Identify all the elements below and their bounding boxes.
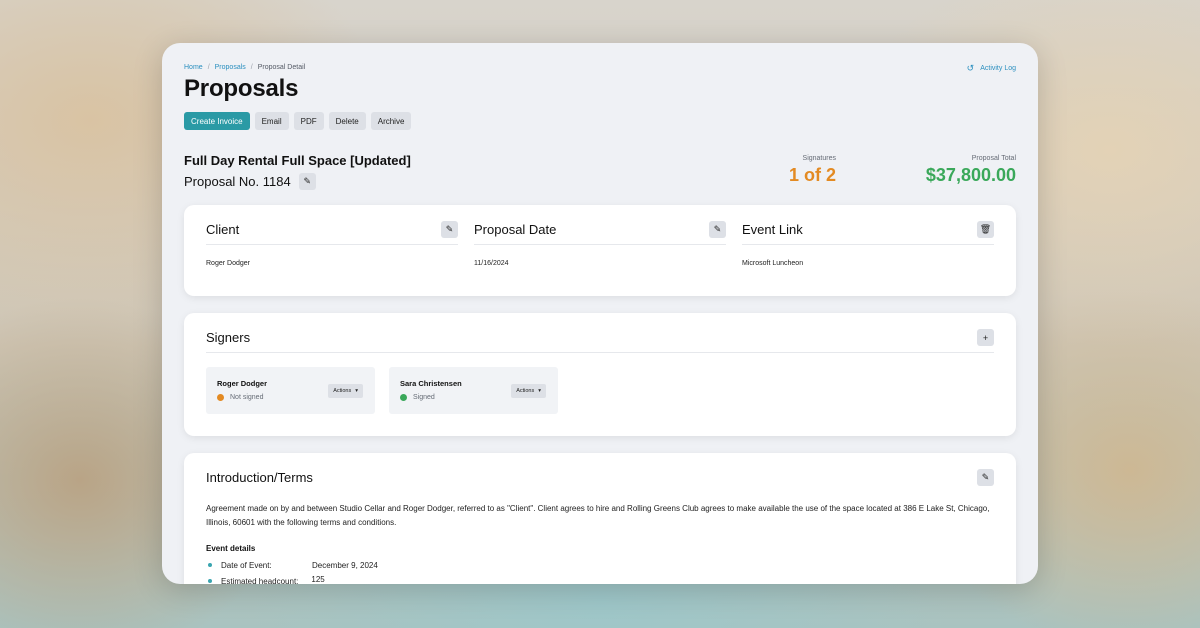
- edit-proposal-date-button[interactable]: ✎: [709, 221, 726, 238]
- signer-actions-dropdown[interactable]: Actions ▾: [511, 384, 546, 398]
- pdf-button[interactable]: PDF: [293, 112, 324, 130]
- list-item: Date of Event: December 9, 2024: [208, 557, 378, 573]
- bullet-icon: [208, 563, 212, 567]
- proposal-number-row: Proposal No. 1184 ✎: [184, 173, 316, 190]
- actions-label: Actions: [333, 388, 352, 394]
- client-section: Client ✎ Roger Dodger: [206, 221, 458, 267]
- edit-client-button[interactable]: ✎: [441, 221, 458, 238]
- client-title: Client: [206, 222, 240, 237]
- introduction-terms-title: Introduction/Terms: [206, 470, 313, 485]
- toolbar: Create Invoice Email PDF Delete Archive: [184, 112, 412, 130]
- create-invoice-button[interactable]: Create Invoice: [184, 112, 250, 130]
- history-icon: ↺: [966, 63, 975, 73]
- introduction-terms-card: Introduction/Terms ✎ Agreement made on b…: [184, 453, 1016, 584]
- proposal-date-section: Proposal Date ✎ 11/16/2024: [474, 221, 726, 267]
- breadcrumb-separator: /: [207, 64, 210, 71]
- pencil-icon: ✎: [981, 472, 990, 482]
- trash-icon: 🗑: [979, 224, 992, 234]
- edit-proposal-number-button[interactable]: ✎: [298, 173, 316, 190]
- actions-label: Actions: [516, 388, 535, 394]
- detail-value: December 9, 2024: [312, 560, 378, 570]
- breadcrumb-current: Proposal Detail: [257, 64, 306, 71]
- delete-button[interactable]: Delete: [328, 112, 366, 130]
- signer-name: Sara Christensen: [400, 379, 462, 388]
- detail-value: 125: [311, 574, 325, 584]
- list-item: Estimated headcount: 125: [208, 573, 378, 584]
- status-dot-icon: [217, 394, 224, 401]
- caret-down-icon: ▾: [538, 388, 541, 394]
- proposal-info-card: Client ✎ Roger Dodger Proposal Date ✎ 11…: [184, 205, 1016, 296]
- signer-status: Not signed: [217, 394, 263, 401]
- archive-button[interactable]: Archive: [370, 112, 412, 130]
- proposal-total-label: Proposal Total: [971, 155, 1016, 162]
- signatures-label: Signatures: [802, 155, 836, 162]
- breadcrumb-separator: /: [250, 64, 253, 71]
- event-details-list: Date of Event: December 9, 2024 Estimate…: [208, 557, 378, 584]
- signer-status-text: Signed: [413, 394, 435, 401]
- signatures-stat: Signatures 1 of 2: [789, 155, 836, 186]
- signer-card: Roger Dodger Not signed Actions ▾: [206, 367, 375, 414]
- client-value: Roger Dodger: [206, 260, 250, 267]
- status-dot-icon: [400, 394, 407, 401]
- pencil-icon: ✎: [445, 224, 454, 234]
- activity-log-link[interactable]: ↺ Activity Log: [967, 63, 1016, 74]
- proposal-date-title: Proposal Date: [474, 222, 557, 237]
- plus-icon: +: [982, 332, 989, 343]
- activity-log-label: Activity Log: [980, 65, 1016, 72]
- pencil-icon: ✎: [303, 176, 311, 186]
- signer-status: Signed: [400, 394, 435, 401]
- event-link-section: Event Link 🗑 Microsoft Luncheon: [742, 221, 994, 267]
- app-window: Home / Proposals / Proposal Detail ↺ Act…: [162, 43, 1038, 584]
- event-link-value[interactable]: Microsoft Luncheon: [742, 260, 994, 267]
- signer-status-text: Not signed: [230, 394, 264, 401]
- page-title: Proposals: [184, 75, 299, 102]
- email-button[interactable]: Email: [254, 112, 289, 130]
- breadcrumb: Home / Proposals / Proposal Detail: [184, 64, 305, 71]
- signer-card: Sara Christensen Signed Actions ▾: [389, 367, 558, 414]
- caret-down-icon: ▾: [355, 388, 358, 394]
- proposal-name: Full Day Rental Full Space [Updated]: [184, 153, 411, 168]
- proposal-total-value: $37,800.00: [925, 165, 1016, 185]
- edit-introduction-button[interactable]: ✎: [977, 469, 994, 486]
- detail-key: Estimated headcount:: [221, 576, 299, 585]
- bullet-icon: [208, 579, 212, 583]
- event-details-heading: Event details: [206, 544, 256, 553]
- breadcrumb-home[interactable]: Home: [184, 64, 203, 71]
- pencil-icon: ✎: [713, 224, 722, 234]
- remove-event-link-button[interactable]: 🗑: [977, 221, 994, 238]
- signers-card: Signers + Roger Dodger Not signed Action…: [184, 313, 1016, 436]
- signer-actions-dropdown[interactable]: Actions ▾: [328, 384, 363, 398]
- breadcrumb-proposals[interactable]: Proposals: [215, 64, 246, 71]
- proposal-number: Proposal No. 1184: [184, 174, 291, 189]
- signers-title: Signers: [206, 330, 251, 345]
- proposal-date-value: 11/16/2024: [474, 260, 509, 267]
- proposal-total-stat: Proposal Total $37,800.00: [926, 155, 1016, 186]
- add-signer-button[interactable]: +: [977, 329, 994, 346]
- signatures-value: 1 of 2: [788, 165, 836, 185]
- signer-name: Roger Dodger: [217, 379, 268, 388]
- introduction-text: Agreement made on by and between Studio …: [206, 504, 990, 527]
- event-link-title: Event Link: [742, 222, 803, 237]
